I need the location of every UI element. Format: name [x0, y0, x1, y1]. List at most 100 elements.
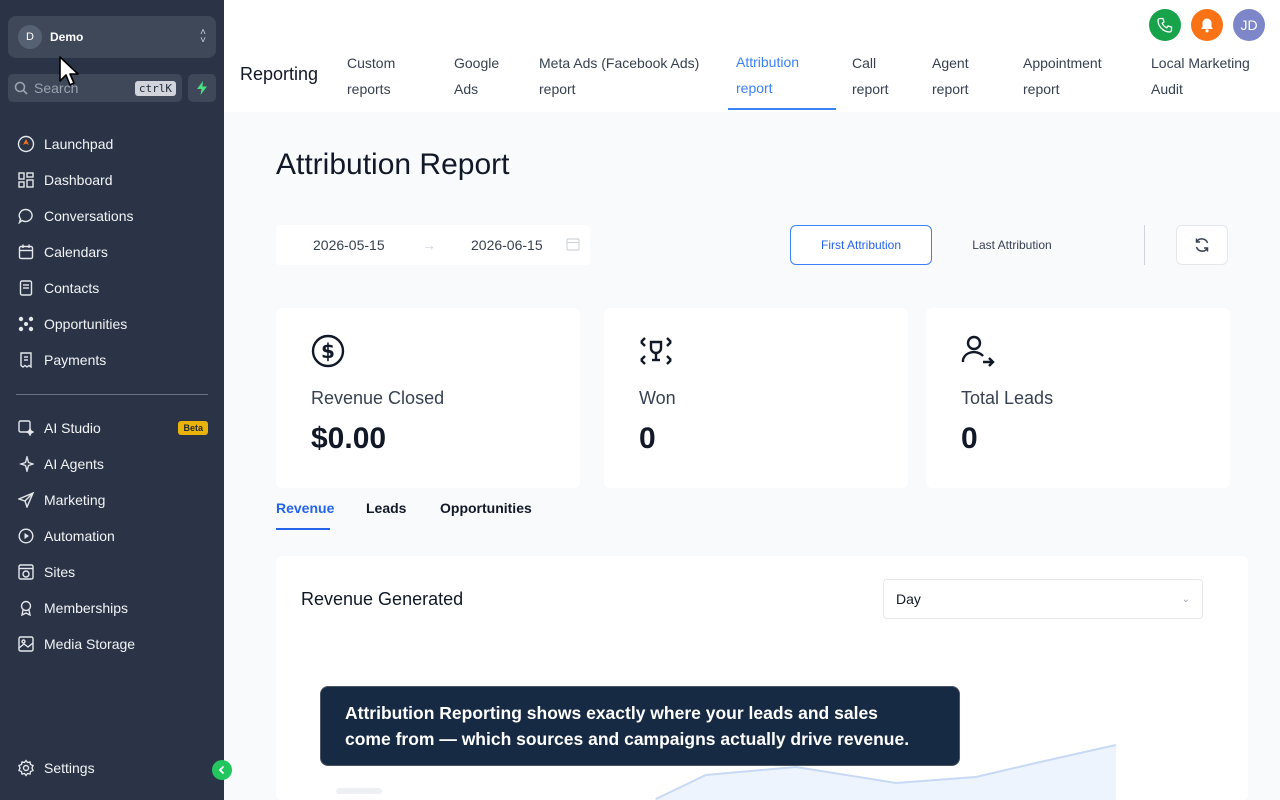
beta-badge: Beta [178, 421, 208, 435]
chevron-down-icon: ⌄ [1181, 593, 1190, 605]
search-input[interactable]: Search ctrlK [8, 74, 182, 102]
refresh-icon [1195, 238, 1209, 252]
date-end: 2026-06-15 [471, 237, 543, 253]
nav-label: Settings [44, 760, 95, 776]
image-icon [16, 634, 36, 654]
settings-section: Settings [0, 750, 224, 786]
sidebar: D Demo ˄ ˅ Search ctrlK Launchpad Dashboa… [0, 0, 224, 800]
network-icon [16, 314, 36, 334]
nav-item-conversations[interactable]: Conversations [0, 198, 224, 234]
nav-label: Contacts [44, 280, 100, 296]
search-shortcut: ctrlK [134, 80, 176, 96]
tooltip-line-1: Attribution Reporting shows exactly wher… [345, 703, 878, 723]
nav-label: Dashboard [44, 172, 113, 188]
account-switcher[interactable]: D Demo ˄ ˅ [8, 16, 216, 58]
bolt-icon [197, 81, 207, 95]
granularity-select[interactable]: Day ⌄ [883, 579, 1203, 619]
calendar-icon [566, 237, 580, 254]
nav-item-contacts[interactable]: Contacts [0, 270, 224, 306]
account-name: Demo [50, 30, 84, 44]
stat-value: 0 [639, 422, 656, 455]
report-body: Attribution Report 2026-05-15 → 2026-06-… [224, 0, 1280, 800]
first-attribution-button[interactable]: First Attribution [790, 225, 932, 265]
nav-label: Payments [44, 352, 107, 368]
stat-label: Revenue Closed [311, 388, 445, 408]
mouse-cursor-icon [59, 56, 79, 86]
rocket-icon [16, 134, 36, 154]
stat-value: 0 [961, 422, 978, 455]
nav-label: AI Agents [44, 456, 104, 472]
date-start: 2026-05-15 [313, 237, 385, 253]
onboarding-tooltip: Attribution Reporting shows exactly wher… [320, 686, 960, 766]
grid-icon [16, 170, 36, 190]
nav-label: AI Studio [44, 420, 101, 436]
nav-item-sites[interactable]: Sites [0, 554, 224, 590]
ai-studio-icon [16, 418, 36, 438]
subtab-opportunities[interactable]: Opportunities [440, 500, 532, 516]
last-attribution-button[interactable]: Last Attribution [942, 225, 1082, 265]
nav-secondary: AI Studio Beta AI Agents Marketing Autom… [0, 410, 224, 662]
nav-label: Marketing [44, 492, 106, 508]
chart-axis-label [336, 788, 382, 794]
nav-item-media-storage[interactable]: Media Storage [0, 626, 224, 662]
nav-item-payments[interactable]: Payments [0, 342, 224, 378]
collapse-sidebar-button[interactable] [212, 760, 232, 780]
search-placeholder: Search [34, 80, 79, 96]
nav-item-launchpad[interactable]: Launchpad [0, 126, 224, 162]
subtab-leads[interactable]: Leads [366, 500, 406, 516]
gear-icon [16, 758, 36, 778]
user-arrow-icon [961, 335, 995, 367]
nav-item-dashboard[interactable]: Dashboard [0, 162, 224, 198]
nav-label: Memberships [44, 600, 129, 616]
stat-value: $0.00 [311, 422, 387, 455]
refresh-button[interactable] [1176, 225, 1228, 265]
stat-label: Total Leads [961, 388, 1054, 408]
stat-label: Won [639, 388, 676, 408]
dollar-circle-icon: $ [311, 334, 345, 368]
date-range-picker[interactable]: 2026-05-15 → 2026-06-15 [276, 225, 590, 265]
subtab-revenue[interactable]: Revenue [276, 500, 334, 516]
nav-label: Automation [44, 528, 115, 544]
nav-label: Sites [44, 564, 76, 580]
nav-label: Conversations [44, 208, 134, 224]
toolbar-divider [1144, 225, 1145, 265]
arrow-right-icon: → [422, 237, 436, 253]
active-subtab-indicator [276, 528, 330, 530]
nav-item-memberships[interactable]: Memberships [0, 590, 224, 626]
nav-item-marketing[interactable]: Marketing [0, 482, 224, 518]
panel-title: Revenue Generated [301, 589, 464, 609]
stat-card-won: Won 0 [604, 308, 908, 488]
trophy-arrows-icon [640, 337, 672, 365]
award-icon [16, 598, 36, 618]
play-circle-icon [16, 526, 36, 546]
contact-book-icon [16, 278, 36, 298]
nav-label: Launchpad [44, 136, 114, 152]
nav-item-calendars[interactable]: Calendars [0, 234, 224, 270]
search-icon [14, 81, 28, 95]
chevron-left-icon [218, 765, 225, 775]
nav-item-settings[interactable]: Settings [0, 750, 224, 786]
granularity-value: Day [896, 591, 921, 607]
chat-icon [16, 206, 36, 226]
page-title: Attribution Report [276, 148, 510, 181]
tooltip-line-2: come from — which sources and campaigns … [345, 729, 910, 749]
sidebar-divider [16, 394, 208, 395]
svg-text:$: $ [321, 339, 335, 363]
nav-label: Opportunities [44, 316, 128, 332]
receipt-icon [16, 350, 36, 370]
nav-primary: Launchpad Dashboard Conversations Calend… [0, 126, 224, 378]
sparkle-icon [16, 454, 36, 474]
stat-card-total-leads: Total Leads 0 [926, 308, 1230, 488]
chevron-updown-icon: ˄ ˅ [200, 27, 206, 46]
nav-item-automation[interactable]: Automation [0, 518, 224, 554]
nav-item-opportunities[interactable]: Opportunities [0, 306, 224, 342]
calendar-icon [16, 242, 36, 262]
quick-action-button[interactable] [188, 74, 216, 102]
nav-item-ai-studio[interactable]: AI Studio Beta [0, 410, 224, 446]
globe-window-icon [16, 562, 36, 582]
stat-card-revenue-closed: $ Revenue Closed $0.00 [276, 308, 580, 488]
nav-label: Media Storage [44, 636, 136, 652]
send-icon [16, 490, 36, 510]
account-avatar: D [18, 25, 42, 49]
nav-item-ai-agents[interactable]: AI Agents [0, 446, 224, 482]
